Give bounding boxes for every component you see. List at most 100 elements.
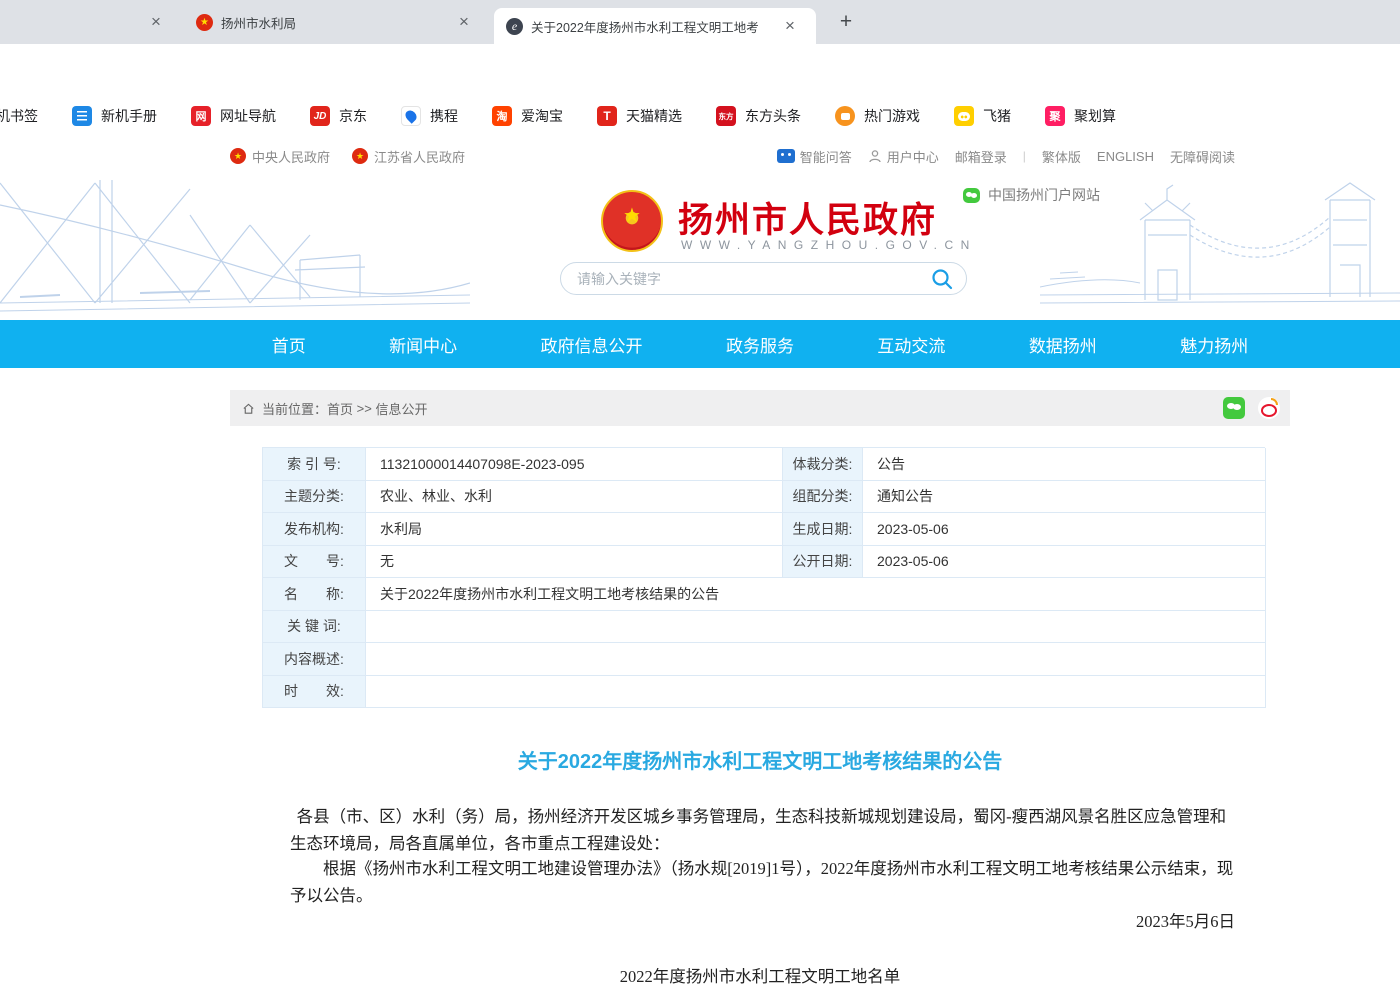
bookmark-tmall[interactable]: T 天猫精选	[580, 106, 699, 126]
breadcrumb-home-link[interactable]: 首页	[327, 399, 353, 418]
meta-label: 名 称:	[263, 578, 366, 611]
site-banner: ★ 扬州市人民政府 WWW.YANGZHOU.GOV.CN 中国扬州门户网站	[0, 175, 1400, 320]
meta-label: 内容概述:	[263, 643, 366, 676]
new-tab-button[interactable]: +	[833, 10, 859, 36]
bookmark-juhuasuan[interactable]: 聚 聚划算	[1028, 106, 1133, 126]
article-list-title: 2022年度扬州市水利工程文明工地名单	[230, 963, 1290, 990]
portal-link[interactable]: 中国扬州门户网站	[963, 185, 1100, 205]
tab-close-icon[interactable]: ×	[779, 15, 801, 37]
tab-close-icon[interactable]: ×	[453, 11, 475, 33]
bookmark-new-phone-manual[interactable]: 新机手册	[55, 106, 174, 126]
site-favicon: e	[506, 18, 523, 35]
bookmark-url-navigation[interactable]: 网 网址导航	[174, 106, 293, 126]
meta-label: 体裁分类:	[783, 448, 863, 481]
english-link[interactable]: ENGLISH	[1097, 149, 1154, 164]
meta-value-category: 通知公告	[863, 481, 1266, 514]
article-paragraph: 各县（市、区）水利（务）局，扬州经济开发区城乡事务管理局，生态科技新城规划建设局…	[290, 803, 1235, 857]
meta-label: 索 引 号:	[263, 448, 366, 481]
weibo-share-icon[interactable]	[1258, 397, 1280, 419]
tools-divider: |	[1023, 149, 1026, 163]
search-input[interactable]	[577, 271, 930, 287]
user-center-link[interactable]: 用户中心	[868, 147, 939, 166]
bookmark-ctrip[interactable]: 携程	[384, 106, 475, 126]
tmall-icon: T	[597, 106, 617, 126]
site-title: 扬州市人民政府	[678, 192, 937, 243]
mail-login-link[interactable]: 邮箱登录	[955, 147, 1007, 166]
site-url-text: WWW.YANGZHOU.GOV.CN	[681, 238, 977, 252]
national-emblem-logo: ★	[601, 190, 663, 252]
meta-label: 组配分类:	[783, 481, 863, 514]
meta-value-validity	[366, 676, 1266, 709]
bookmark-aitaobao[interactable]: 淘 爱淘宝	[475, 106, 580, 126]
juhuasuan-icon: 聚	[1045, 106, 1065, 126]
meta-value-publish-date: 2023-05-06	[863, 546, 1266, 579]
link-jiangsu-government[interactable]: ★ 江苏省人民政府	[352, 147, 465, 166]
smart-qa-link[interactable]: 智能问答	[777, 147, 852, 166]
nav-interaction[interactable]: 互动交流	[877, 332, 945, 357]
robot-icon	[777, 149, 795, 163]
breadcrumb-prefix: 当前位置：	[262, 399, 327, 418]
breadcrumb-home-icon	[242, 402, 255, 415]
accessibility-link[interactable]: 无障碍阅读	[1170, 147, 1235, 166]
breadcrumb-current-link[interactable]: 信息公开	[375, 399, 427, 418]
nav-news-center[interactable]: 新闻中心	[389, 332, 457, 357]
meta-label: 关 键 词:	[263, 611, 366, 644]
meta-label: 公开日期:	[783, 546, 863, 579]
bookmark-jd[interactable]: JD 京东	[293, 106, 384, 126]
taobao-icon: 淘	[492, 106, 512, 126]
meta-label: 生成日期:	[783, 513, 863, 546]
table-row: 发布机构: 水利局 生成日期: 2023-05-06	[263, 513, 1265, 546]
nav-info-disclosure[interactable]: 政府信息公开	[541, 332, 643, 357]
nav-charming-yangzhou[interactable]: 魅力扬州	[1180, 332, 1248, 357]
nav-data-yangzhou[interactable]: 数据扬州	[1029, 332, 1097, 357]
tab-yangzhou-water-bureau[interactable]: ★ 扬州市水利局 ×	[180, 0, 492, 44]
bookmark-hot-games[interactable]: 热门游戏	[818, 106, 937, 126]
table-row: 时 效:	[263, 676, 1265, 709]
meta-label: 文 号:	[263, 546, 366, 579]
meta-value-create-date: 2023-05-06	[863, 513, 1266, 546]
traditional-chinese-link[interactable]: 繁体版	[1042, 147, 1081, 166]
jd-icon: JD	[310, 106, 330, 126]
article-date: 2023年5月6日	[290, 908, 1235, 935]
nav-gov-services[interactable]: 政务服务	[726, 332, 794, 357]
meta-value-genre: 公告	[863, 448, 1266, 481]
table-row: 关 键 词:	[263, 611, 1265, 644]
meta-value-publisher: 水利局	[366, 513, 783, 546]
meta-value-topic: 农业、林业、水利	[366, 481, 783, 514]
bookmarks-bar: 机书签 新机手册 网 网址导航 JD 京东 携程 淘 爱淘宝 T 天猫精选 东方…	[0, 95, 1400, 137]
meta-value-keywords	[366, 611, 1266, 644]
tab-title: 关于2022年度扬州市水利工程文明工地考	[531, 17, 779, 36]
table-row: 主题分类: 农业、林业、水利 组配分类: 通知公告	[263, 481, 1265, 514]
wechat-share-icon[interactable]	[1223, 397, 1245, 419]
tab-close-icon[interactable]: ×	[145, 11, 167, 33]
bookmark-fliggy[interactable]: 飞猪	[937, 106, 1028, 126]
manual-icon	[72, 106, 92, 126]
meta-label: 主题分类:	[263, 481, 366, 514]
meta-label: 时 效:	[263, 676, 366, 709]
wechat-icon	[963, 188, 980, 203]
meta-value-index-number: 11321000014407098E-2023-095	[366, 448, 783, 481]
article-title: 关于2022年度扬州市水利工程文明工地考核结果的公告	[230, 745, 1290, 774]
table-row: 内容概述:	[263, 643, 1265, 676]
site-search-box	[560, 262, 967, 295]
tab-announcement-active[interactable]: e 关于2022年度扬州市水利工程文明工地考 ×	[494, 8, 816, 44]
document-meta-table: 索 引 号: 11321000014407098E-2023-095 体裁分类:…	[262, 447, 1265, 708]
bookmark-eastday[interactable]: 东方 东方头条	[699, 106, 818, 126]
meta-value-summary	[366, 643, 1266, 676]
url-nav-icon: 网	[191, 106, 211, 126]
gov-emblem-icon: ★	[230, 148, 246, 164]
table-row: 索 引 号: 11321000014407098E-2023-095 体裁分类:…	[263, 448, 1265, 481]
search-icon[interactable]	[930, 267, 954, 291]
breadcrumb: 当前位置： 首页 >> 信息公开	[230, 390, 1290, 426]
meta-value-doc-number: 无	[366, 546, 783, 579]
bookmark-mobile-bookmarks[interactable]: 机书签	[0, 106, 55, 126]
ctrip-dolphin-icon	[401, 106, 421, 126]
link-central-government[interactable]: ★ 中央人民政府	[230, 147, 330, 166]
table-row: 文 号: 无 公开日期: 2023-05-06	[263, 546, 1265, 579]
table-row: 名 称: 关于2022年度扬州市水利工程文明工地考核结果的公告	[263, 578, 1265, 611]
eastday-icon: 东方	[716, 106, 736, 126]
browser-toolbar: ⚠ 不安全 yangzhou.gov.cn/yzszxxgk/slj/20230…	[0, 44, 1400, 95]
user-icon	[868, 149, 882, 163]
game-icon	[835, 106, 855, 126]
nav-home[interactable]: 首页	[272, 332, 306, 357]
